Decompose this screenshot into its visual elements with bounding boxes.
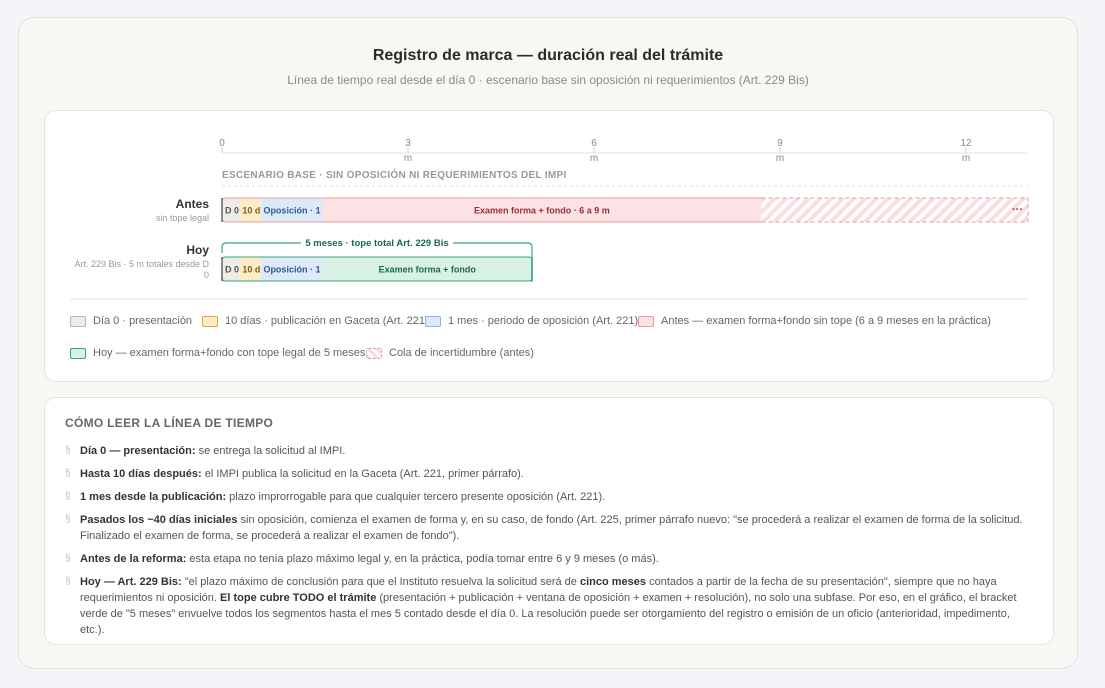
row-label: Hoy xyxy=(186,243,209,257)
legend-item-dia0: Día 0 · presentación xyxy=(70,315,192,327)
legend-item-cola: Cola de incertidumbre (antes) xyxy=(366,347,534,359)
bar-segment-label: Examen forma + fondo xyxy=(379,265,477,275)
legend-swatch xyxy=(425,315,441,327)
bar-segment-label: D 0 xyxy=(225,265,239,275)
howto-title: CÓMO LEER LA LÍNEA DE TIEMPO xyxy=(65,416,274,430)
x-tick-unit: m xyxy=(962,153,970,164)
legend-label: Día 0 · presentación xyxy=(93,315,193,327)
timeline-panel: 0 3 m 6 m 9 m 12 m ESCENARIO BASE · SIN OPOSICIÓN… xyxy=(44,110,1054,382)
bar-segment-label: Oposición · 1 m xyxy=(263,206,331,216)
legend-swatch xyxy=(366,347,382,359)
legend-swatch xyxy=(70,347,86,359)
item-text: "el plazo máximo de conclusión para que … xyxy=(181,576,580,588)
howto-panel: CÓMO LEER LA LÍNEA DE TIEMPO § Día 0 — pr… xyxy=(44,397,1054,645)
list-item: § Hoy — Art. 229 Bis: "el plazo máximo de… xyxy=(65,574,1030,638)
item-bold: cinco meses xyxy=(579,576,647,588)
item-text: el IMPI publica la solicitud en la Gacet… xyxy=(201,468,524,480)
legend-label: Cola de incertidumbre (antes) xyxy=(389,347,534,359)
section-icon: § xyxy=(65,468,71,479)
legend-label: Hoy — examen forma+fondo con tope legal … xyxy=(93,347,366,359)
list-item: § Día 0 — presentación: se entrega la sol… xyxy=(65,443,1030,459)
section-icon: § xyxy=(65,576,71,587)
legend-label: Antes — examen forma+fondo sin tope (6 a… xyxy=(661,315,991,327)
legend-label: 10 días · publicación en Gaceta (Art. 22… xyxy=(225,315,429,327)
item-bold: El tope cubre TODO el trámite xyxy=(220,592,377,604)
item-text: plazo improrrogable para que cualquier t… xyxy=(226,491,606,503)
section-icon: § xyxy=(65,491,71,502)
x-tick-unit: m xyxy=(590,153,598,164)
legend-item-hoy: Hoy — examen forma+fondo con tope legal … xyxy=(70,347,365,359)
row-sublabel: 0 xyxy=(204,270,209,280)
list-item: § 1 mes desde la publicación: plazo impro… xyxy=(65,489,1030,505)
bracket-label: 5 meses · tope total Art. 229 Bis xyxy=(305,238,448,249)
section-label: ESCENARIO BASE · SIN OPOSICIÓN NI REQUER… xyxy=(222,168,567,181)
item-bold: Antes de la reforma: xyxy=(80,553,187,565)
row-sublabel: Art. 229 Bis · 5 m totales desde D xyxy=(74,259,209,269)
legend-item-gaceta: 10 días · publicación en Gaceta (Art. 22… xyxy=(202,315,429,327)
x-tick-label: 12 xyxy=(960,138,972,149)
howto-list: § Día 0 — presentación: se entrega la sol… xyxy=(65,443,1030,645)
page-title: Registro de marca — duración real del tr… xyxy=(372,47,724,64)
item-bold: Día 0 — presentación: xyxy=(80,445,196,457)
bar-segment-label: 10 d xyxy=(242,206,260,216)
main-card: Registro de marca — duración real del tr… xyxy=(18,17,1078,669)
legend-swatch xyxy=(70,315,86,327)
item-bold: 1 mes desde la publicación: xyxy=(80,491,227,503)
row-sublabel: sin tope legal xyxy=(156,213,209,223)
legend-label: 1 mes · periodo de oposición (Art. 221) xyxy=(448,315,639,327)
list-item: § Hasta 10 días después: el IMPI publica … xyxy=(65,466,1030,482)
item-bold: Hoy — Art. 229 Bis: xyxy=(80,576,182,588)
legend-item-antes: Antes — examen forma+fondo sin tope (6 a… xyxy=(638,315,991,327)
legend-swatch xyxy=(638,315,654,327)
section-icon: § xyxy=(65,514,71,525)
item-text: se entrega la solicitud al IMPI. xyxy=(195,445,346,457)
timeline-chart: 0 3 m 6 m 9 m 12 m ESCENARIO BASE · SIN OPOSICIÓN… xyxy=(70,138,1029,300)
x-tick-label: 3 xyxy=(405,138,411,149)
item-bold: Hasta 10 días después: xyxy=(80,468,202,480)
bar-segment-cola xyxy=(761,198,1028,222)
x-tick-unit: m xyxy=(776,153,784,164)
x-tick-label: 6 xyxy=(591,138,597,149)
legend-swatch xyxy=(202,315,218,327)
more-icon: ··· xyxy=(1012,204,1023,216)
list-item: § Pasados los ~40 días iniciales sin opos… xyxy=(65,512,1030,544)
bar-segment-label: Examen forma + fondo · 6 a 9 m xyxy=(474,206,610,216)
page-subtitle: Línea de tiempo real desde el día 0 · es… xyxy=(287,73,809,87)
section-icon: § xyxy=(65,553,71,564)
item-bold: Pasados los ~40 días iniciales xyxy=(80,514,238,526)
legend-item-oposicion: 1 mes · periodo de oposición (Art. 221) xyxy=(425,315,638,327)
list-item: § Antes de la reforma: esta etapa no tení… xyxy=(65,551,1030,567)
x-tick-label: 0 xyxy=(219,138,225,149)
x-tick-label: 9 xyxy=(777,138,783,149)
section-icon: § xyxy=(65,445,71,456)
bar-segment-label: Oposición · 1 m xyxy=(263,265,331,275)
x-tick-unit: m xyxy=(404,153,412,164)
bar-segment-label: 10 d xyxy=(242,265,260,275)
item-text: esta etapa no tenía plazo máximo legal y… xyxy=(186,553,659,565)
row-label: Antes xyxy=(176,197,210,211)
bar-segment-label: D 0 xyxy=(225,206,239,216)
